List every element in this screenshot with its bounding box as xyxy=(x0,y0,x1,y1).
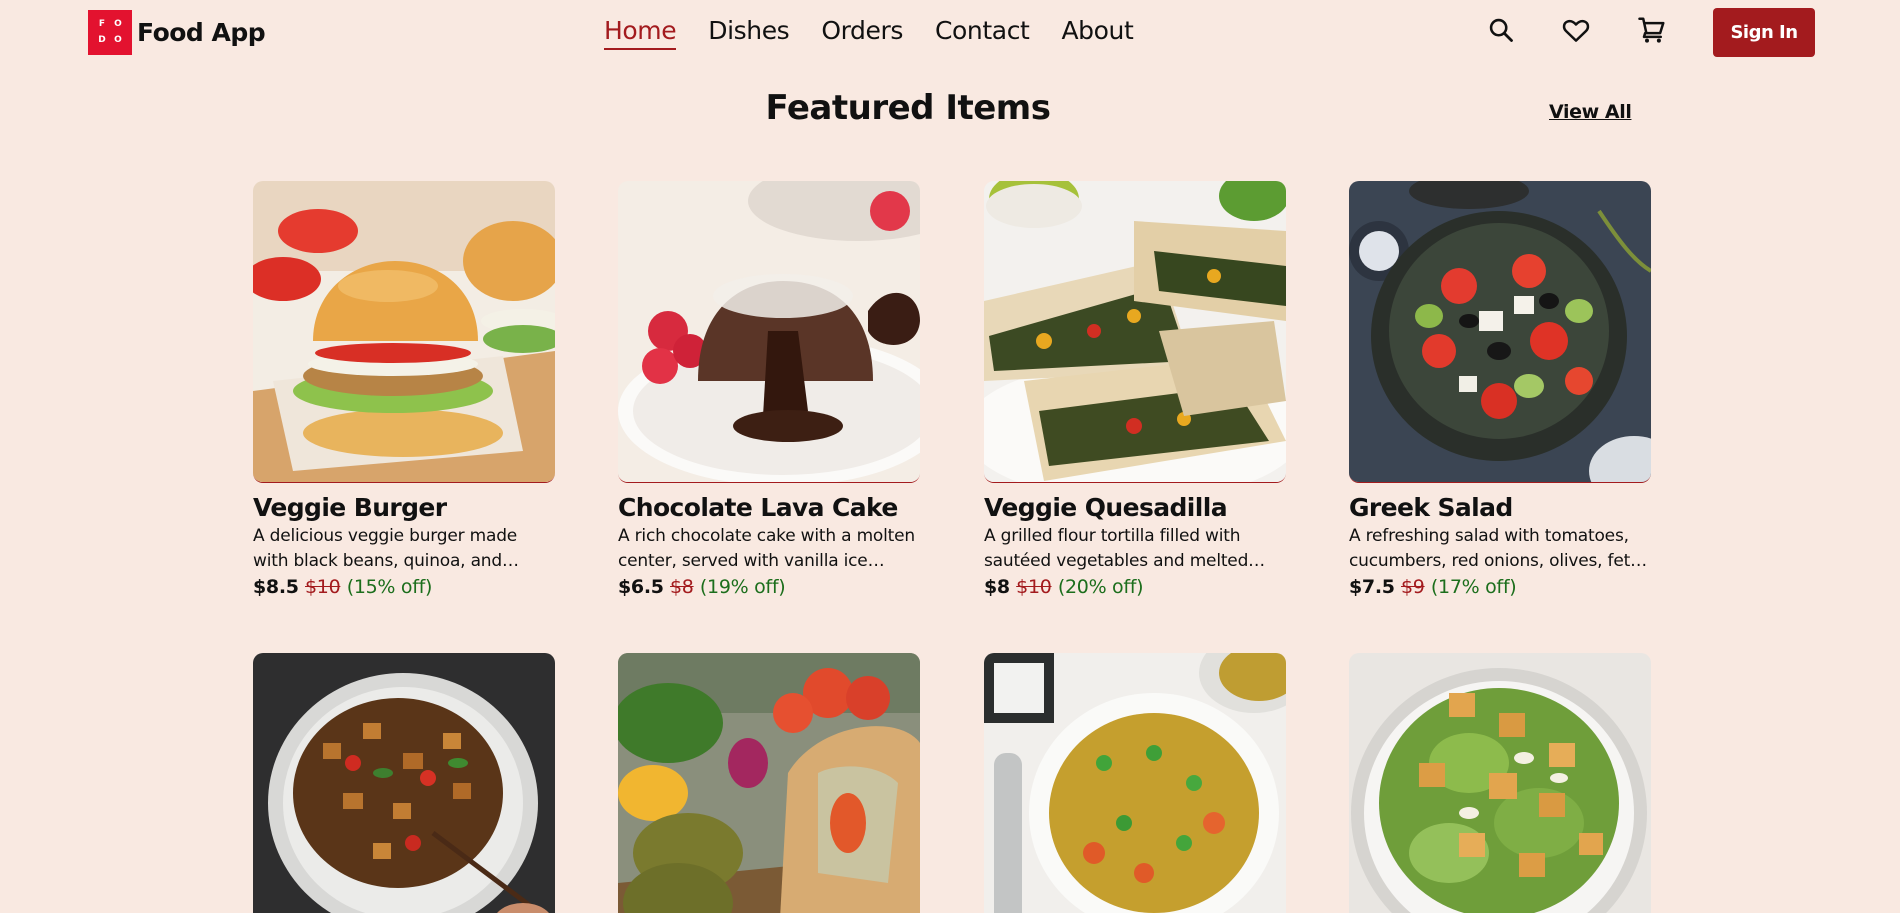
old-price: $8 xyxy=(670,576,694,598)
nav-dishes[interactable]: Dishes xyxy=(708,16,789,50)
top-header: F O D O Food App Home Dishes Orders Cont… xyxy=(0,0,1900,66)
current-price: $8.5 xyxy=(253,576,299,598)
nav-home[interactable]: Home xyxy=(604,16,677,50)
food-card[interactable] xyxy=(618,653,920,913)
current-price: $6.5 xyxy=(618,576,664,598)
price-row: $7.5 $9 (17% off) xyxy=(1349,576,1651,598)
current-price: $7.5 xyxy=(1349,576,1395,598)
price-row: $8.5 $10 (15% off) xyxy=(253,576,555,598)
old-price: $10 xyxy=(1016,576,1052,598)
search-icon xyxy=(1489,18,1513,42)
price-row: $6.5 $8 (19% off) xyxy=(618,576,920,598)
food-name: Chocolate Lava Cake xyxy=(618,493,898,522)
logo-letter: O xyxy=(114,19,122,29)
nav-orders[interactable]: Orders xyxy=(821,16,903,50)
logo-letter: D xyxy=(98,34,106,45)
view-all-link[interactable]: View All xyxy=(1549,101,1632,123)
price-row: $8 $10 (20% off) xyxy=(984,576,1286,598)
food-description: A grilled flour tortilla filled with sau… xyxy=(984,526,1249,571)
food-image-greek-salad xyxy=(1349,181,1651,483)
food-card[interactable]: Veggie Quesadilla A grilled flour tortil… xyxy=(984,181,1286,598)
food-card[interactable]: Veggie Burger A delicious veggie burger … xyxy=(253,181,555,598)
sign-in-button[interactable]: Sign In xyxy=(1713,8,1815,57)
food-name: Greek Salad xyxy=(1349,493,1513,522)
discount-label: (19% off) xyxy=(699,576,786,598)
section-title: Featured Items xyxy=(765,88,1051,128)
current-price: $8 xyxy=(984,576,1010,598)
food-image-chocolate-lava-cake xyxy=(618,181,920,483)
food-card[interactable]: Greek Salad A refreshing salad with toma… xyxy=(1349,181,1651,598)
discount-label: (17% off) xyxy=(1430,576,1517,598)
brand-logo[interactable]: F O D O Food App xyxy=(88,10,266,55)
search-button[interactable] xyxy=(1485,14,1517,46)
food-image-caesar-salad xyxy=(1349,653,1651,913)
old-price: $10 xyxy=(305,576,341,598)
food-image-tofu-stir-fry xyxy=(253,653,555,913)
discount-label: (15% off) xyxy=(346,576,433,598)
food-image-veggie-burger xyxy=(253,181,555,483)
food-name: Veggie Burger xyxy=(253,493,447,522)
food-card[interactable]: Chocolate Lava Cake A rich chocolate cak… xyxy=(618,181,920,598)
cart-icon xyxy=(1638,17,1665,43)
food-description: A delicious veggie burger made with blac… xyxy=(253,526,518,571)
food-description: A rich chocolate cake with a molten cent… xyxy=(618,526,915,571)
food-image-lentil-soup xyxy=(984,653,1286,913)
logo-letter: O xyxy=(114,34,122,45)
cart-button[interactable] xyxy=(1636,14,1668,46)
food-image-falafel-wrap xyxy=(618,653,920,913)
food-card[interactable] xyxy=(1349,653,1651,913)
logo-letter: F xyxy=(98,19,106,29)
brand-name: Food App xyxy=(137,18,266,47)
old-price: $9 xyxy=(1401,576,1425,598)
logo-badge: F O D O xyxy=(88,10,132,55)
favorites-button[interactable] xyxy=(1560,14,1592,46)
food-description: A refreshing salad with tomatoes, cucumb… xyxy=(1349,526,1641,571)
main-nav: Home Dishes Orders Contact About xyxy=(604,16,1134,50)
food-name: Veggie Quesadilla xyxy=(984,493,1228,522)
food-image-veggie-quesadilla xyxy=(984,181,1286,483)
food-card[interactable] xyxy=(984,653,1286,913)
discount-label: (20% off) xyxy=(1057,576,1144,598)
food-card[interactable] xyxy=(253,653,555,913)
nav-contact[interactable]: Contact xyxy=(935,16,1030,50)
nav-about[interactable]: About xyxy=(1061,16,1133,50)
heart-icon xyxy=(1562,19,1590,42)
